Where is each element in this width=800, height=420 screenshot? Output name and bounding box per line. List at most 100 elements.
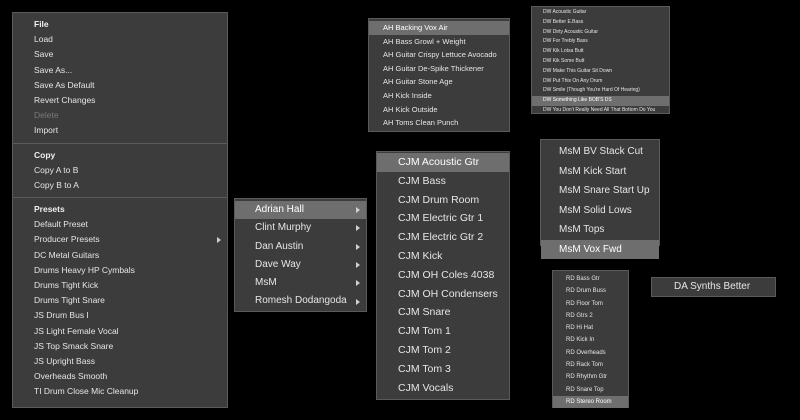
menu-item[interactable]: TI Drum Close Mic Cleanup [13,384,227,399]
menu-item-label: MsM Vox Fwd [559,243,622,255]
menu-item[interactable]: CJM Bass [377,172,509,191]
menu-item[interactable]: DC Metal Guitars [13,248,227,263]
menu-item[interactable]: CJM Electric Gtr 1 [377,209,509,228]
menu-item[interactable]: CJM OH Coles 4038 [377,266,509,285]
menu-item[interactable]: DA Synths Better [652,278,775,296]
menu-item-label: DW Acoustic Guitar [543,9,587,15]
menu-item[interactable]: Save As Default [13,78,227,93]
menu-item[interactable]: AH Backing Vox Air [369,21,509,35]
menu-item-label: AH Guitar Stone Age [383,77,453,87]
menu-item[interactable]: MsM Vox Fwd [541,239,659,259]
menu-item[interactable]: JS Top Smack Snare [13,339,227,354]
menu-item[interactable]: Revert Changes [13,93,227,108]
menu-item[interactable]: AH Guitar De-Spike Thickener [369,62,509,76]
menu-item[interactable]: DW Smile (Though You're Hard Of Hearing) [532,86,669,96]
menu-item-label: AH Kick Outside [383,104,438,114]
menu-item[interactable]: MsM Kick Start [541,162,659,182]
menu-item-label: MsM BV Stack Cut [559,146,643,157]
menu-item-label: AH Guitar De-Spike Thickener [383,63,484,73]
menu-item[interactable]: Romesh Dodangoda [235,292,366,310]
menu-item[interactable]: Adrian Hall [235,201,366,220]
menu-item-label: Dave Way [255,258,301,270]
menu-item[interactable]: RD Hi Hat [553,322,628,334]
menu-item[interactable]: CJM Drum Room [377,191,509,210]
menu-item-label: Load [34,34,53,45]
menu-item-label: MsM Tops [559,224,605,235]
menu-item[interactable]: AH Guitar Crispy Lettuce Avocado [369,48,509,62]
menu-item[interactable]: Dave Way [235,256,366,274]
menu-item-label: Drums Tight Kick [34,280,99,290]
menu-item[interactable]: RD Drum Buss [553,285,628,297]
menu-item[interactable]: Clint Murphy [235,219,366,237]
menu-item[interactable]: MsM Snare Start Up [541,181,659,201]
menu-item[interactable]: MsM BV Stack Cut [541,142,659,162]
menu-item[interactable]: DW Put This On Any Drum [532,77,669,87]
msm-submenu: MsM BV Stack Cut MsM Kick Start MsM Snare … [540,139,660,259]
menu-item[interactable]: CJM Tom 2 [377,341,509,360]
menu-item[interactable]: Overheads Smooth [13,369,227,384]
menu-item[interactable]: Save [13,47,227,62]
menu-item[interactable]: RD Floor Tom [553,298,628,310]
menu-item[interactable]: MsM Tops [541,220,659,240]
menu-item[interactable]: Save As... [13,63,227,78]
menu-item[interactable]: Import [13,123,227,138]
menu-item[interactable]: CJM Electric Gtr 2 [377,228,509,247]
menu-item[interactable]: MsM [235,274,366,292]
menu-item[interactable]: DW Kik Lotsa Butt [532,47,669,57]
menu-item[interactable]: Producer Presets [13,232,227,247]
menu-item[interactable]: Copy A to B [13,163,227,178]
presets-section-header: Presets [34,204,65,215]
menu-item-label: Import [34,125,59,136]
menu-item[interactable]: Dan Austin [235,238,366,256]
menu-item[interactable]: AH Bass Growl + Weight [369,35,509,49]
menu-item[interactable]: RD Rack Tom [553,359,628,371]
menu-item[interactable]: Drums Tight Kick [13,278,227,293]
menu-item[interactable]: AH Kick Inside [369,89,509,103]
file-menu: File Load Save Save As... Save As Default Re… [12,12,228,408]
menu-item[interactable]: RD Snare Top [553,384,628,396]
menu-item[interactable]: CJM Snare [377,303,509,322]
menu-item[interactable]: DW Make This Guitar Sit Down [532,67,669,77]
menu-item[interactable]: Default Preset [13,217,227,232]
menu-item[interactable]: DW Kik Some Butt [532,57,669,67]
menu-item[interactable]: DW You Don't Really Need All That Bottom… [532,106,669,116]
menu-item[interactable]: JS Light Female Vocal [13,324,227,339]
menu-item[interactable]: DW For Trebly Bass [532,37,669,47]
menu-item[interactable]: DW Dirty Acoustic Guitar [532,28,669,38]
menu-item[interactable]: CJM Vocals [377,379,509,398]
menu-item-label: AH Kick Inside [383,90,432,100]
menu-item[interactable]: RD Gtrs 2 [553,310,628,322]
menu-item[interactable]: DW Acoustic Guitar [532,8,669,18]
menu-item[interactable]: AH Guitar Stone Age [369,75,509,89]
menu-item-label: TI Drum Close Mic Cleanup [34,386,139,397]
menu-item[interactable]: Drums Heavy HP Cymbals [13,263,227,278]
menu-item[interactable]: CJM Tom 1 [377,322,509,341]
dw-items: DW Acoustic Guitar DW Better E.Bass DW Dir… [532,8,669,116]
menu-item[interactable]: Copy B to A [13,178,227,193]
menu-item[interactable]: AH Kick Outside [369,103,509,117]
menu-item[interactable]: MsM Solid Lows [541,201,659,221]
ah-items: AH Backing Vox Air AH Bass Growl + Weight… [369,21,509,130]
menu-item-label: Adrian Hall [255,204,304,215]
menu-item[interactable]: Load [13,32,227,47]
menu-item[interactable]: Drums Tight Snare [13,293,227,308]
menu-item[interactable]: CJM OH Condensers [377,285,509,304]
menu-item[interactable]: RD Bass Gtr [553,273,628,285]
menu-item[interactable]: JS Drum Bus I [13,308,227,323]
menu-item[interactable]: RD Stereo Room [553,395,628,409]
menu-item[interactable]: DW Better E.Bass [532,18,669,28]
menu-item[interactable]: CJM Acoustic Gtr [377,153,509,172]
menu-item-label: DW For Trebly Bass [543,38,588,45]
menu-item-label: CJM OH Coles 4038 [398,268,495,281]
menu-item[interactable]: CJM Tom 3 [377,360,509,379]
menu-item[interactable]: DW Something Like BOB'S DS [532,96,669,106]
menu-item[interactable]: RD Overheads [553,347,628,359]
menu-item[interactable]: RD Kick In [553,334,628,346]
menu-item[interactable]: RD Rhythm Gtr [553,371,628,383]
menu-item-label: JS Top Smack Snare [34,340,114,351]
menu-item-label: Revert Changes [34,94,96,105]
menu-item[interactable]: CJM Kick [377,247,509,266]
menu-item[interactable]: JS Upright Bass [13,354,227,369]
menu-item[interactable]: AH Toms Clean Punch [369,116,509,130]
menu-item-label: Copy B to A [34,179,79,190]
